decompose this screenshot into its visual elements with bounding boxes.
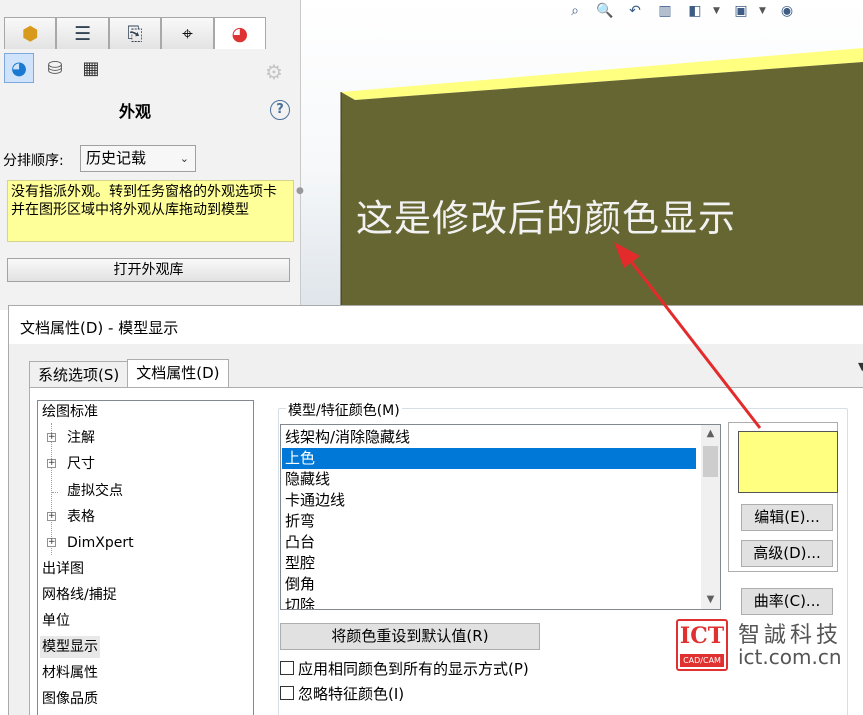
panel-grip-icon[interactable]: ●	[296, 186, 304, 206]
panel-title: 外观	[118, 102, 151, 121]
decals-subtab[interactable]: ⛁	[40, 53, 70, 83]
expand-icon[interactable]: +	[47, 433, 56, 442]
curvature-button[interactable]: 曲率(C)...	[741, 588, 833, 615]
display-style-icon[interactable]: ▣	[729, 1, 753, 21]
chevron-down-icon[interactable]: ▼	[858, 360, 863, 373]
apply-all-checkbox-row[interactable]: 应用相同颜色到所有的显示方式(P)	[280, 658, 529, 678]
edit-color-button[interactable]: 编辑(E)...	[741, 504, 833, 531]
tab-system-options[interactable]: 系统选项(S)	[29, 361, 129, 387]
zoom-area-icon[interactable]: 🔍	[593, 1, 617, 21]
property-panel: ⬢ ☰ ⎘ ⌖ ◕ ◕ ⛁ ▦ ⚙ 外观 ? 分排顺序: 历史记载 ⌄ 没有指派…	[0, 0, 304, 310]
model-body[interactable]	[301, 0, 863, 305]
tree-connector	[51, 423, 52, 555]
view-orientation-icon[interactable]: ◧	[683, 1, 707, 21]
chevron-down-icon[interactable]: ▼	[713, 6, 723, 16]
color-swatch	[738, 431, 838, 493]
list-scrollbar[interactable]: ▲ ▼	[701, 425, 720, 609]
list-item[interactable]: 型腔	[282, 553, 315, 574]
display-manager-tab[interactable]: ◕	[213, 17, 267, 49]
tree-connector	[52, 492, 58, 493]
manager-tabs: ⬢ ☰ ⎘ ⌖ ◕	[4, 17, 267, 49]
property-manager-tab[interactable]: ☰	[56, 17, 109, 49]
gear-icon: ⚙	[265, 60, 283, 84]
info-message: 没有指派外观。转到任务窗格的外观选项卡并在图形区域中将外观从库拖动到模型	[7, 180, 294, 242]
dialog-title: 文档属性(D) - 模型显示	[20, 319, 179, 337]
list-item[interactable]: 隐藏线	[282, 469, 330, 490]
list-item[interactable]: 线架构/消除隐藏线	[282, 427, 410, 448]
scene-subtab[interactable]: ▦	[76, 53, 106, 83]
annotation-text: 这是修改后的颜色显示	[356, 197, 736, 240]
scrollbar-thumb[interactable]	[703, 446, 718, 477]
scene-icon: ▦	[82, 57, 100, 79]
dialog-titlebar[interactable]: 文档属性(D) - 模型显示	[9, 306, 863, 344]
zoom-to-fit-icon[interactable]: ⌕	[563, 1, 587, 21]
ignore-feature-colors-label: 忽略特征颜色(I)	[298, 684, 405, 703]
apply-all-checkbox[interactable]	[280, 661, 294, 675]
dimxpert-manager-tab[interactable]: ⌖	[161, 17, 214, 49]
previous-view-icon[interactable]: ↶	[623, 1, 647, 21]
appearance-icon: ◕	[11, 57, 27, 79]
display-subtabs: ◕ ⛁ ▦	[4, 53, 106, 83]
expand-icon[interactable]: +	[47, 512, 56, 521]
configuration-manager-tab[interactable]: ⎘	[108, 17, 162, 49]
sort-dropdown-value: 历史记载	[86, 149, 147, 167]
tree-item-material-properties[interactable]: 材料属性	[42, 662, 98, 684]
configuration-manager-icon: ⎘	[127, 22, 143, 45]
tree-item-image-quality[interactable]: 图像品质	[42, 688, 98, 710]
list-item[interactable]: 凸台	[282, 532, 315, 553]
group-label: 模型/特征颜色(M)	[286, 400, 402, 420]
chevron-down-icon: ⌄	[179, 152, 189, 165]
list-item[interactable]: 折弯	[282, 511, 315, 532]
tree-item-tables[interactable]: 表格	[67, 506, 95, 528]
display-manager-icon: ◕	[231, 22, 249, 45]
dimxpert-manager-icon: ⌖	[182, 22, 193, 45]
model-front-face	[341, 62, 863, 305]
tree-item-dimxpert[interactable]: DimXpert	[67, 532, 134, 554]
feature-manager-tab[interactable]: ⬢	[4, 17, 57, 49]
decal-icon: ⛁	[47, 57, 63, 79]
ignore-feature-colors-row[interactable]: 忽略特征颜色(I)	[280, 683, 404, 703]
appearances-subtab[interactable]: ◕	[4, 53, 34, 83]
advanced-button[interactable]: 高级(D)...	[741, 540, 833, 567]
tree-item-virtual-sharps[interactable]: 虚拟交点	[67, 480, 123, 502]
category-tree[interactable]: 绘图标准 + 注解 + 尺寸 虚拟交点 + 表格 + DimXpert 出详图 …	[37, 400, 254, 715]
tab-document-properties[interactable]: 文档属性(D)	[127, 359, 229, 387]
feature-color-list[interactable]: 线架构/消除隐藏线 上色 隐藏线 卡通边线 折弯 凸台 型腔 倒角 切除 ▲ ▼	[280, 424, 721, 610]
ict-logo: ICT CAD/CAM	[676, 619, 728, 671]
property-manager-icon: ☰	[74, 22, 92, 45]
scroll-up-icon[interactable]: ▲	[701, 425, 720, 443]
help-icon[interactable]: ?	[270, 100, 290, 120]
feature-manager-icon: ⬢	[21, 22, 39, 45]
list-item[interactable]: 切除	[282, 595, 315, 609]
logo-subtext: CAD/CAM	[680, 654, 724, 667]
apply-all-label: 应用相同颜色到所有的显示方式(P)	[298, 659, 529, 678]
open-appearance-library-button[interactable]: 打开外观库	[7, 258, 290, 282]
scroll-down-icon[interactable]: ▼	[701, 591, 720, 609]
tree-item-drafting-standard[interactable]: 绘图标准	[42, 401, 98, 423]
sort-dropdown[interactable]: 历史记载 ⌄	[80, 145, 196, 172]
chevron-down-icon[interactable]: ▼	[759, 6, 769, 16]
list-item-selected[interactable]: 上色	[282, 448, 696, 469]
tree-item-grid-snap[interactable]: 网格线/捕捉	[42, 584, 117, 606]
tree-item-units[interactable]: 单位	[42, 610, 70, 632]
list-item[interactable]: 卡通边线	[282, 490, 345, 511]
watermark: ICT CAD/CAM 智誠科技 ict.com.cn	[676, 615, 856, 675]
tree-item-dimensions[interactable]: 尺寸	[67, 453, 95, 475]
graphics-area[interactable]: ⌕ 🔍 ↶ ▥ ◧ ▼ ▣ ▼ ◉ 这是修改后的颜色显示	[301, 0, 863, 305]
expand-icon[interactable]: +	[47, 459, 56, 468]
reset-colors-button[interactable]: 将颜色重设到默认值(R)	[280, 623, 540, 650]
expand-icon[interactable]: +	[47, 538, 56, 547]
sort-label: 分排顺序:	[3, 153, 64, 169]
ignore-feature-colors-checkbox[interactable]	[280, 686, 294, 700]
company-url: ict.com.cn	[738, 645, 842, 669]
list-item[interactable]: 倒角	[282, 574, 315, 595]
heads-up-view-toolbar: ⌕ 🔍 ↶ ▥ ◧ ▼ ▣ ▼ ◉	[563, 0, 799, 22]
tree-item-model-display[interactable]: 模型显示	[40, 636, 100, 658]
tree-item-annotations[interactable]: 注解	[67, 427, 95, 449]
logo-text: ICT	[679, 623, 725, 649]
section-view-icon[interactable]: ▥	[653, 1, 677, 21]
appearance-icon[interactable]: ◉	[775, 1, 799, 21]
tree-item-detailing[interactable]: 出详图	[42, 558, 84, 580]
dialog-tabs: 系统选项(S) 文档属性(D)	[29, 359, 229, 387]
